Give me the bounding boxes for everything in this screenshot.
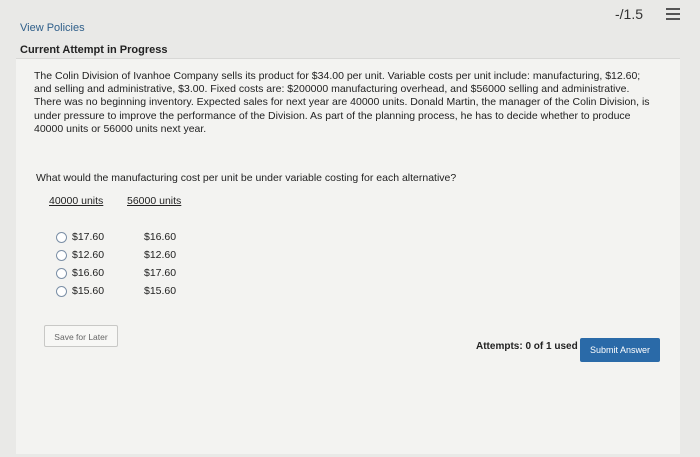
- option-value-40000: $15.60: [72, 285, 105, 297]
- option-value-56000: $16.60: [144, 231, 177, 243]
- score-display: -/1.5: [614, 6, 643, 22]
- list-icon[interactable]: [666, 8, 680, 20]
- attempts-counter: Attempts: 0 of 1 used: [476, 341, 578, 352]
- answer-option[interactable]: $17.60 $16.60: [56, 231, 196, 249]
- column-header-56000: 56000 units: [127, 195, 182, 207]
- radio-button[interactable]: [56, 232, 67, 243]
- top-bar: -/1.5: [0, 0, 700, 30]
- option-value-40000: $12.60: [72, 249, 105, 261]
- submit-answer-button[interactable]: Submit Answer: [580, 338, 660, 362]
- view-policies-link[interactable]: View Policies: [20, 22, 85, 34]
- answer-option[interactable]: $15.60 $15.60: [56, 285, 196, 303]
- attempt-title: Current Attempt in Progress: [20, 44, 168, 56]
- question-text: The Colin Division of Ivanhoe Company se…: [34, 70, 650, 135]
- radio-button[interactable]: [56, 286, 67, 297]
- radio-button[interactable]: [56, 250, 67, 261]
- radio-button[interactable]: [56, 268, 67, 279]
- option-value-40000: $17.60: [72, 231, 105, 243]
- answer-option[interactable]: $16.60 $17.60: [56, 267, 196, 285]
- option-value-40000: $16.60: [72, 267, 105, 279]
- answer-option[interactable]: $12.60 $12.60: [56, 249, 196, 267]
- question-prompt: What would the manufacturing cost per un…: [36, 172, 457, 184]
- column-header-40000: 40000 units: [49, 195, 104, 207]
- option-value-56000: $15.60: [144, 285, 177, 297]
- answer-options: $17.60 $16.60 $12.60 $12.60 $16.60 $17.6…: [56, 231, 196, 303]
- save-for-later-button[interactable]: Save for Later: [44, 325, 118, 347]
- option-value-56000: $12.60: [144, 249, 177, 261]
- option-value-56000: $17.60: [144, 267, 177, 279]
